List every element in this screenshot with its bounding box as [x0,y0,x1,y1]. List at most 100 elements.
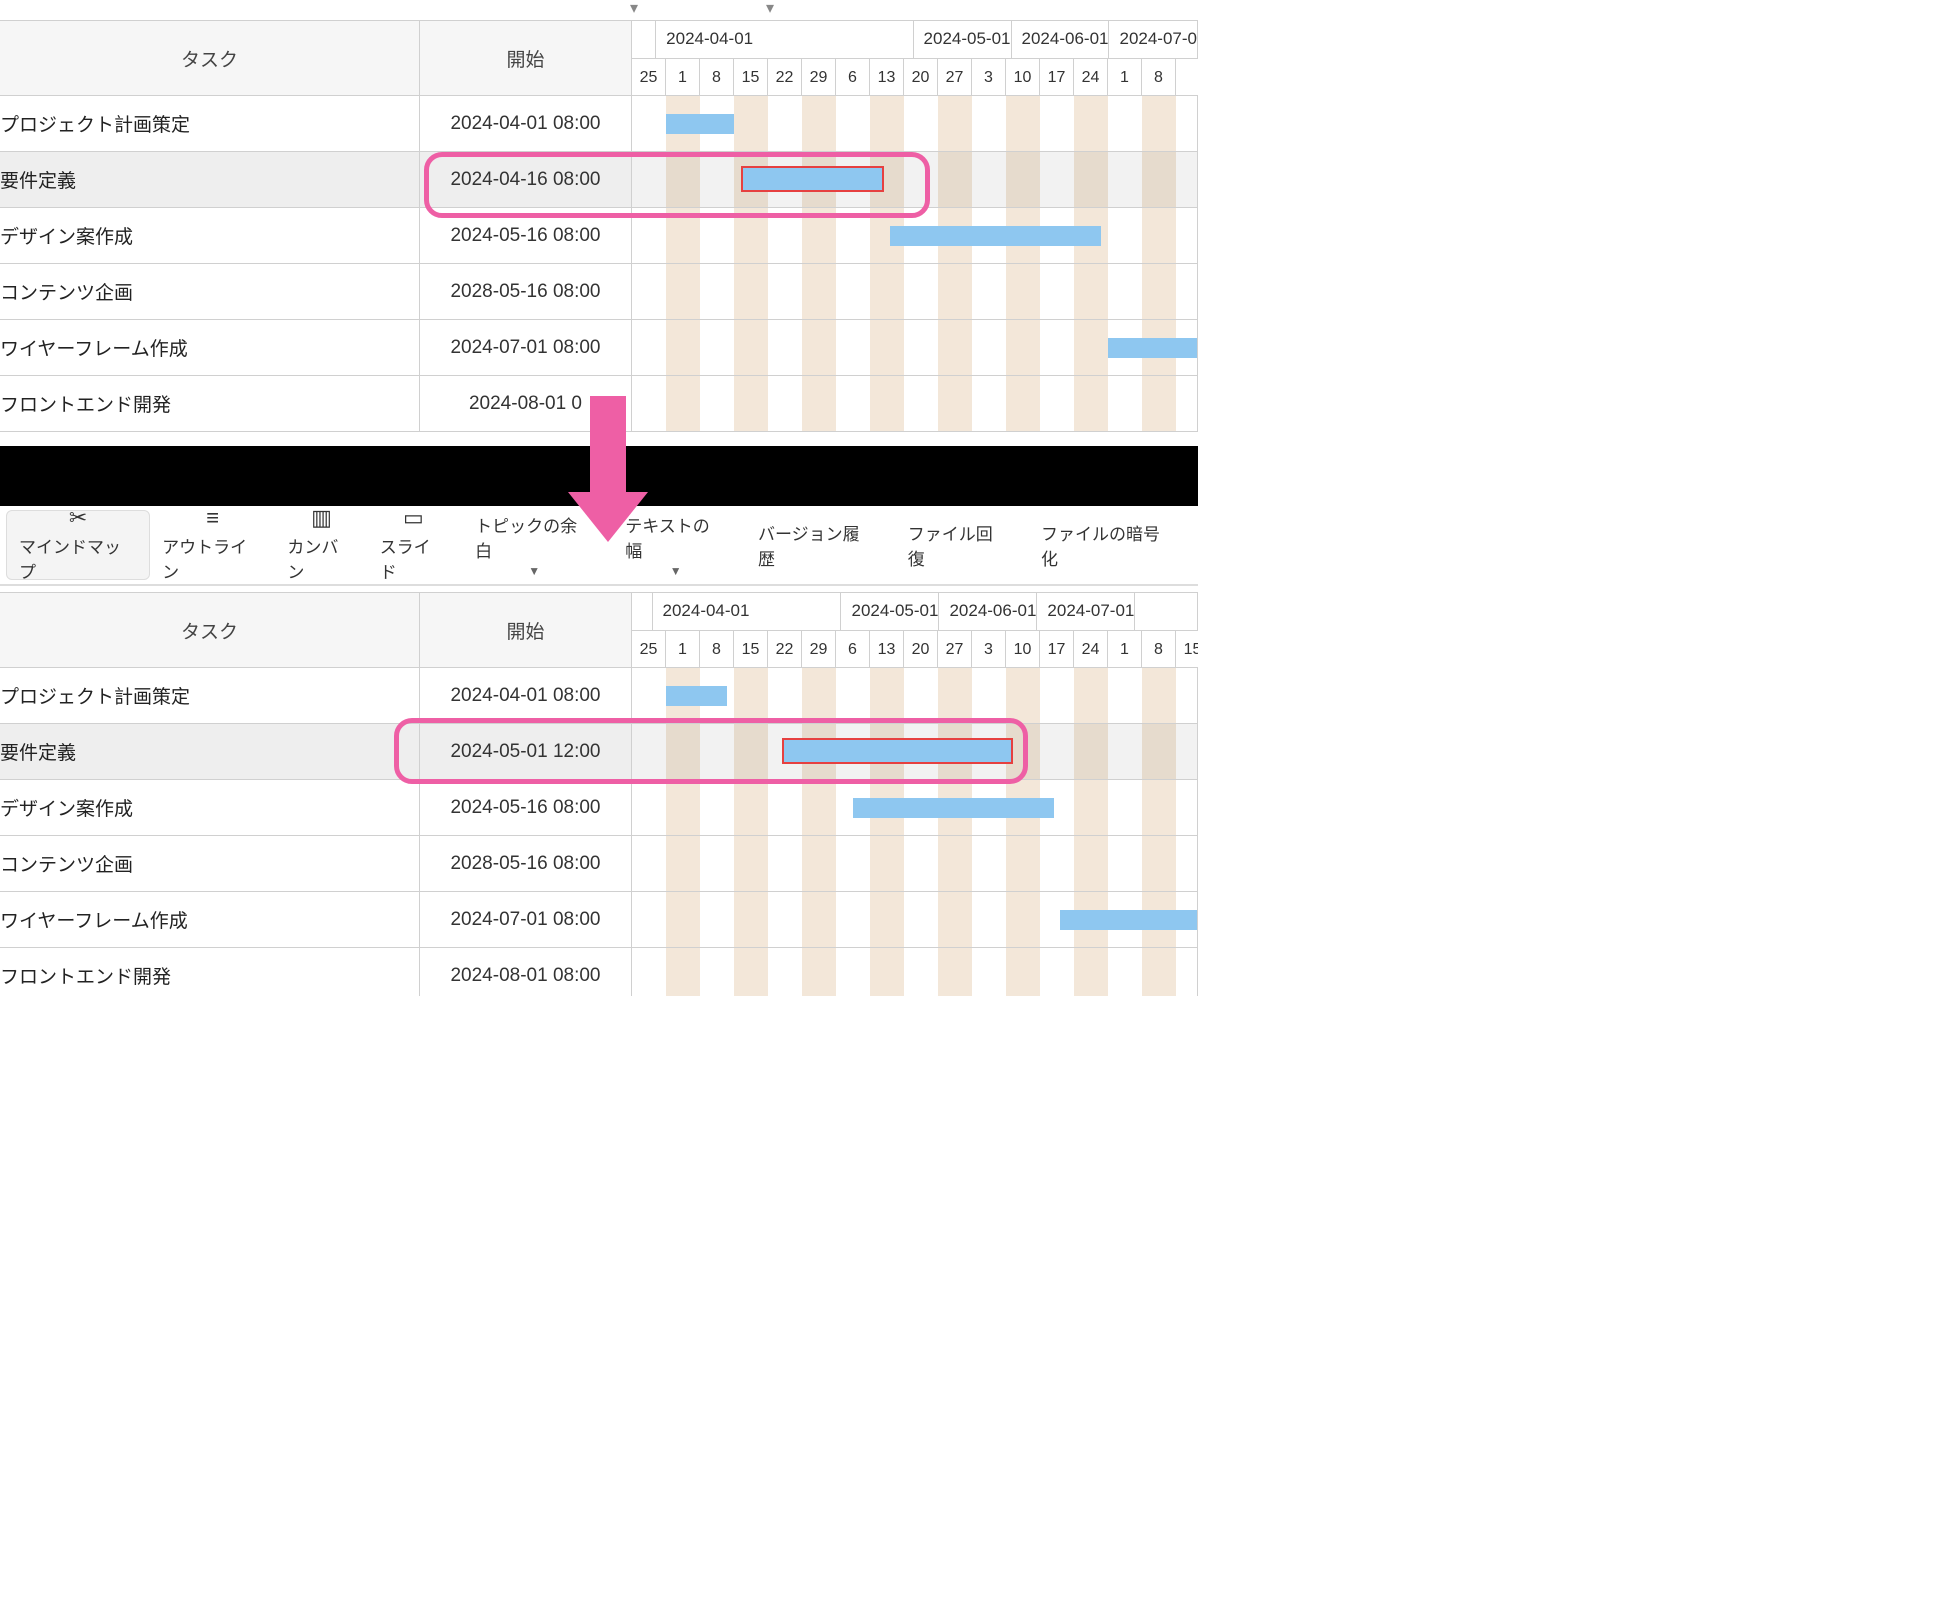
timeline-month [632,21,656,58]
task-start-cell[interactable]: 2024-08-01 08:00 [420,948,632,996]
timeline-day: 13 [870,631,904,667]
gantt-lane[interactable] [632,780,1198,835]
dropdown-caret-icon[interactable]: ▾ [630,0,638,18]
timeline-day: 15 [1176,631,1198,667]
timeline-month [632,593,653,630]
col-header-task: タスク [0,20,420,95]
task-name-cell[interactable]: デザイン案作成 [0,780,420,835]
task-start-cell[interactable]: 2024-04-01 08:00 [420,96,632,151]
timeline-day: 17 [1040,631,1074,667]
task-row[interactable]: プロジェクト計画策定2024-04-01 08:00 [0,96,1198,152]
gantt-bar[interactable] [1060,910,1198,930]
gantt-lane[interactable] [632,264,1198,319]
timeline-day: 10 [1006,631,1040,667]
task-start-cell[interactable]: 2024-08-01 0 [420,376,632,431]
col-header-start: 開始 [420,592,632,667]
task-name-cell[interactable]: 要件定義 [0,724,420,779]
task-start-cell[interactable]: 2024-04-01 08:00 [420,668,632,723]
col-header-start: 開始 [420,20,632,95]
timeline-month: 2024-06-01 [939,593,1037,630]
task-row[interactable]: コンテンツ企画2028-05-16 08:00 [0,836,1198,892]
timeline-day: 6 [836,59,870,95]
timeline-month: 2024-04-01 [653,593,842,630]
task-row[interactable]: フロントエンド開発2024-08-01 08:00 [0,948,1198,996]
task-row[interactable]: ワイヤーフレーム作成2024-07-01 08:00 [0,320,1198,376]
gantt-lane[interactable] [632,320,1198,375]
task-name-cell[interactable]: デザイン案作成 [0,208,420,263]
task-name-cell[interactable]: フロントエンド開発 [0,376,420,431]
dropdown-caret-icon[interactable]: ▾ [766,0,774,18]
timeline-day: 15 [734,59,768,95]
task-start-cell[interactable]: 2024-04-16 08:00 [420,152,632,207]
task-name-cell[interactable]: 要件定義 [0,152,420,207]
timeline-day: 1 [666,631,700,667]
task-row[interactable]: 要件定義2024-05-01 12:00 [0,724,1198,780]
task-name-cell[interactable]: ワイヤーフレーム作成 [0,320,420,375]
task-row[interactable]: ワイヤーフレーム作成2024-07-01 08:00 [0,892,1198,948]
gantt-lane[interactable] [632,836,1198,891]
gantt-bar[interactable] [741,166,884,192]
task-name-cell[interactable]: コンテンツ企画 [0,264,420,319]
timeline-month: 2024-07-0 [1109,21,1198,58]
gantt-lane[interactable] [632,892,1198,947]
timeline-month: 2024-05-01 [914,21,1012,58]
timeline-day: 25 [632,59,666,95]
task-name-cell[interactable]: ワイヤーフレーム作成 [0,892,420,947]
task-row[interactable]: デザイン案作成2024-05-16 08:00 [0,208,1198,264]
timeline-day: 3 [972,59,1006,95]
gantt-bar[interactable] [666,686,727,706]
timeline-day: 10 [1006,59,1040,95]
separator [0,446,1198,506]
timeline-day: 15 [734,631,768,667]
timeline-day: 6 [836,631,870,667]
timeline-month [1135,593,1198,630]
task-name-cell[interactable]: プロジェクト計画策定 [0,668,420,723]
task-start-cell[interactable]: 2024-07-01 08:00 [420,892,632,947]
timeline-day: 13 [870,59,904,95]
gantt-bar[interactable] [782,738,1013,764]
timeline-month: 2024-04-01 [656,21,913,58]
gantt-lane[interactable] [632,376,1198,431]
task-name-cell[interactable]: プロジェクト計画策定 [0,96,420,151]
timeline-day: 22 [768,631,802,667]
task-row[interactable]: 要件定義2024-04-16 08:00 [0,152,1198,208]
task-start-cell[interactable]: 2024-05-16 08:00 [420,780,632,835]
gantt-lane[interactable] [632,724,1198,779]
task-row[interactable]: デザイン案作成2024-05-16 08:00 [0,780,1198,836]
gantt-lane[interactable] [632,152,1198,207]
gantt-bar[interactable] [1108,338,1198,358]
task-name-cell[interactable]: フロントエンド開発 [0,948,420,996]
timeline-day: 29 [802,59,836,95]
task-row[interactable]: コンテンツ企画2028-05-16 08:00 [0,264,1198,320]
gantt-lane[interactable] [632,208,1198,263]
task-start-cell[interactable]: 2024-07-01 08:00 [420,320,632,375]
timeline-day: 1 [1108,59,1142,95]
timeline-day: 27 [938,631,972,667]
task-row[interactable]: プロジェクト計画策定2024-04-01 08:00 [0,668,1198,724]
gantt-lane[interactable] [632,668,1198,723]
task-start-cell[interactable]: 2024-05-01 12:00 [420,724,632,779]
timeline-day: 8 [1142,631,1176,667]
gantt-before: タスク 開始 2024-04-012024-05-012024-06-01202… [0,20,1198,472]
gantt-bar[interactable] [666,114,734,134]
timeline-day: 8 [700,631,734,667]
timeline-day: 27 [938,59,972,95]
timeline-day: 1 [666,59,700,95]
gantt-bar[interactable] [853,798,1054,818]
timeline-day: 24 [1074,59,1108,95]
task-start-cell[interactable]: 2028-05-16 08:00 [420,264,632,319]
task-row[interactable]: フロントエンド開発2024-08-01 0 [0,376,1198,432]
gantt-bar[interactable] [890,226,1101,246]
timeline-day: 20 [904,59,938,95]
gantt-lane[interactable] [632,948,1198,996]
task-start-cell[interactable]: 2024-05-16 08:00 [420,208,632,263]
task-start-cell[interactable]: 2028-05-16 08:00 [420,836,632,891]
timeline-month: 2024-07-01 [1037,593,1135,630]
timeline-month: 2024-05-01 [841,593,939,630]
timeline-day: 17 [1040,59,1074,95]
timeline-header: 2024-04-012024-05-012024-06-012024-07-0 … [632,20,1198,95]
timeline-day: 1 [1108,631,1142,667]
timeline-month: 2024-06-01 [1012,21,1110,58]
gantt-lane[interactable] [632,96,1198,151]
task-name-cell[interactable]: コンテンツ企画 [0,836,420,891]
